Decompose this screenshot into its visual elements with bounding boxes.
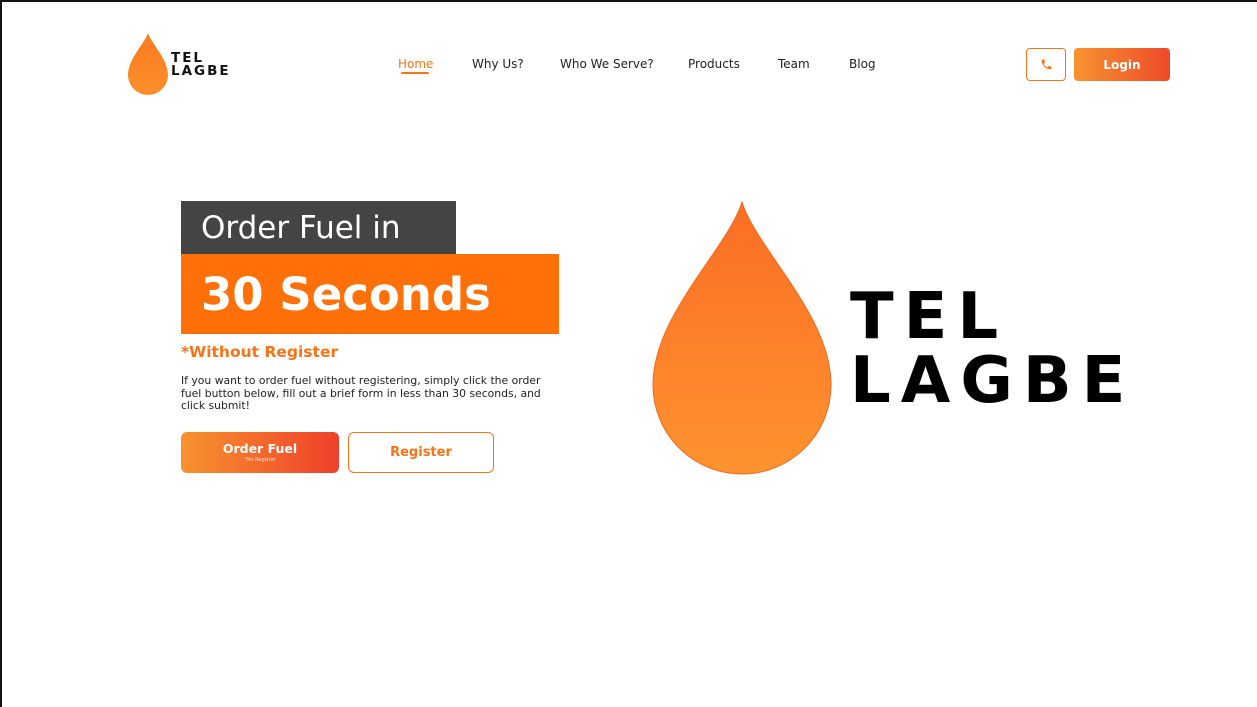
hero-wordmark: TEL LAGBE	[850, 285, 1135, 413]
headline-bottom: 30 Seconds	[181, 254, 559, 334]
nav-team[interactable]: Team	[778, 57, 810, 71]
nav-who-we-serve[interactable]: Who We Serve?	[560, 57, 654, 71]
nav-products[interactable]: Products	[688, 57, 740, 71]
hero-subhead: *Without Register	[181, 343, 339, 361]
headline-top: Order Fuel in	[181, 201, 456, 254]
phone-button[interactable]	[1026, 48, 1066, 81]
hero-description: If you want to order fuel without regist…	[181, 374, 541, 412]
hero-fuel-drop-icon	[652, 200, 832, 475]
page-frame: TEL LAGBE Home Why Us? Who We Serve? Pro…	[0, 0, 1257, 707]
hero-wordmark-line-1: TEL	[850, 280, 1009, 354]
order-fuel-label: Order Fuel	[222, 441, 298, 456]
login-button[interactable]: Login	[1074, 48, 1170, 81]
nav-active-indicator	[401, 72, 429, 74]
nav-home[interactable]: Home	[398, 57, 433, 71]
main-nav: Home Why Us? Who We Serve? Products Team…	[2, 57, 1257, 77]
hero-wordmark-line-2: LAGBE	[850, 344, 1136, 418]
order-fuel-sublabel: *No Register	[244, 457, 276, 463]
order-fuel-button[interactable]: Order Fuel *No Register	[181, 432, 339, 473]
nav-why-us[interactable]: Why Us?	[472, 57, 524, 71]
register-button[interactable]: Register	[348, 432, 494, 473]
phone-icon	[1041, 59, 1051, 70]
nav-blog[interactable]: Blog	[849, 57, 876, 71]
